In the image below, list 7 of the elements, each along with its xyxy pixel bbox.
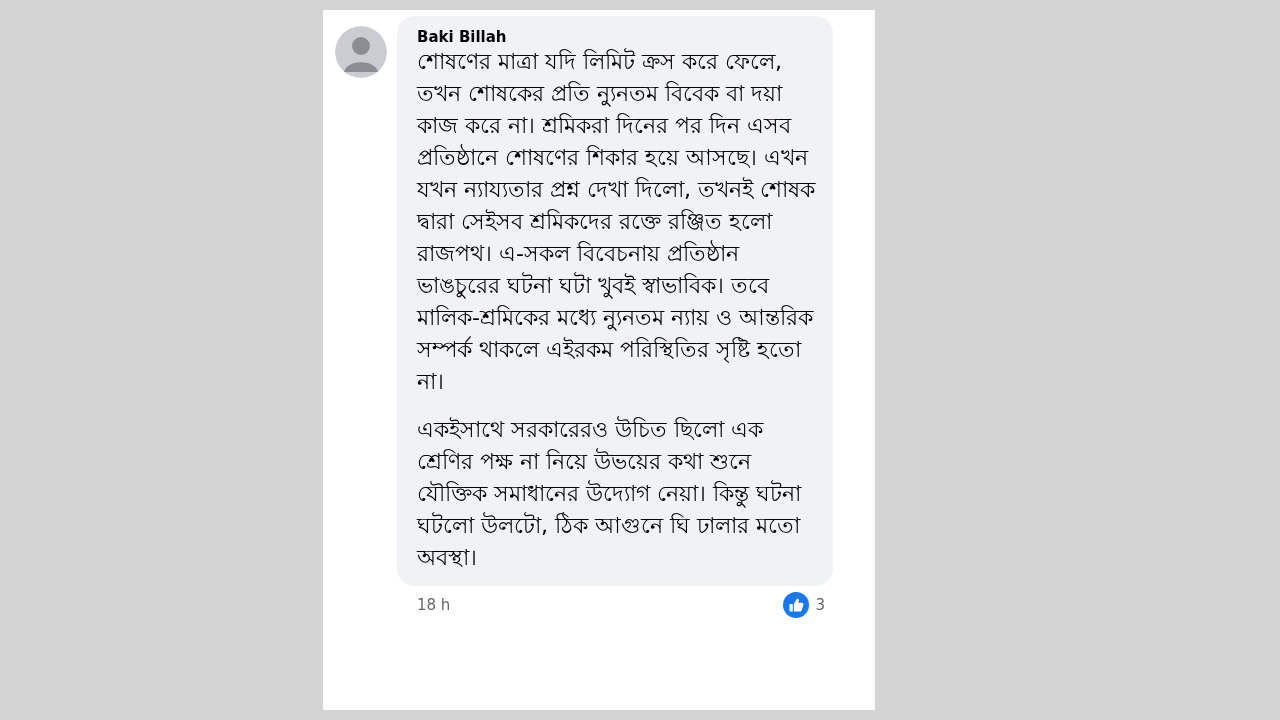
comment-text: শোষণের মাত্রা যদি লিমিট ক্রস করে ফেলে, তখন শোষকের প্রতি ন্যুনতম বিবেক বা দয়া কাজ করে না। শ্রমিকরা দিনের পর দিন এসব প্রতিষ্ঠানে শোষণের শিকার হয়ে আসছে। এখন যখন ন্যায্যতার প্রশ্ন দেখা দিলো, তখনই শোষক দ্বারা সেইসব শ্রমিকদের রক্তে রঞ্জিত হলো রাজপথ। এ-সকল বিবেচনায় প্রতিষ্ঠান ভাঙচুরের ঘটনা ঘটা খুবই স্বাভাবিক। তবে মালিক-শ্রমিকের মধ্যে ন্যুনতম ন্যায় ও আন্তরিক সম্পর্ক থাকলে এইরকম পরিস্থিতির সৃষ্টি হতো না। [417,47,817,396]
comment-text: একইসাথে সরকারেরও উচিত ছিলো এক শ্রেণির পক্ষ না নিয়ে উভয়ের কথা শুনে যৌক্তিক সমাধানের উদ্যোগ নেয়া। কিন্তু ঘটনা ঘটলো উলটো, ঠিক আগুনে ঘি ঢালার মতো অবস্থা। [417,415,803,572]
thumbs-up-icon[interactable] [783,592,810,618]
reaction-count: 3 [815,596,825,614]
timestamp[interactable]: 18 h [417,596,451,614]
author-name[interactable]: Baki Billah [417,28,819,46]
avatar[interactable] [335,26,387,78]
